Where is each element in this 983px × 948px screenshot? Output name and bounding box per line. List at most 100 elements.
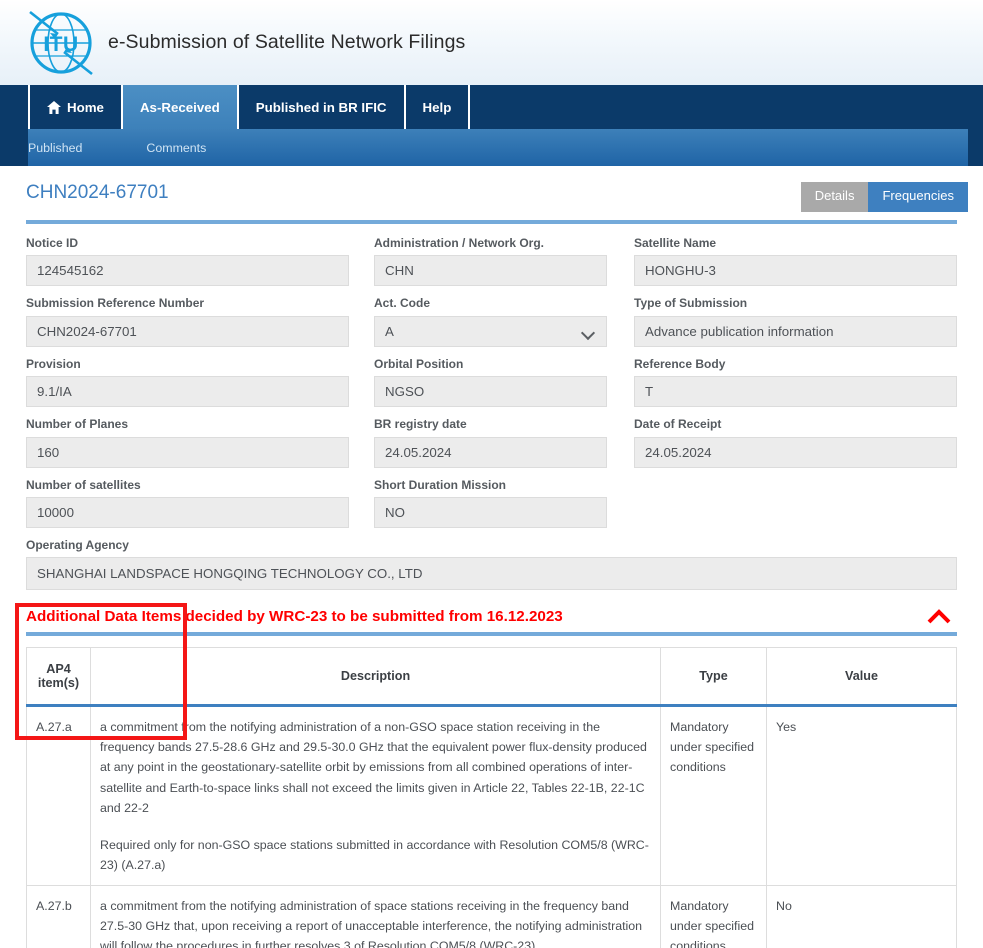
field-date-of-receipt-label: Date of Receipt — [634, 417, 722, 432]
sub-navigation: Published Comments — [0, 129, 968, 166]
cell-ap4-item: A.27.b — [26, 884, 91, 948]
field-satellite-name-value[interactable]: HONGHU-3 — [634, 255, 957, 287]
section-divider — [26, 632, 957, 637]
nav-tab-home-label: Home — [67, 99, 104, 115]
details-button[interactable]: Details — [800, 182, 869, 212]
form-column-1: Notice ID 124545162 Submission Reference… — [26, 236, 349, 538]
field-short-duration-mission-value[interactable]: NO — [374, 496, 607, 528]
field-orbital-position: Orbital Position NGSO — [374, 356, 607, 408]
field-reference-body-value[interactable]: T — [634, 376, 957, 408]
field-provision-label: Provision — [26, 356, 81, 371]
field-date-of-receipt-value[interactable]: 24.05.2024 — [634, 436, 957, 468]
table-row: A.27.a a commitment from the notifying a… — [26, 705, 957, 886]
field-operating-agency-label: Operating Agency — [26, 537, 129, 552]
field-act-code-label: Act. Code — [374, 296, 431, 311]
nav-tab-published-in-br-ific-label: Published in BR IFIC — [255, 99, 387, 115]
field-br-registry-date-value[interactable]: 24.05.2024 — [374, 436, 607, 468]
home-icon — [47, 100, 61, 114]
cell-description: a commitment from the notifying administ… — [90, 705, 661, 886]
subnav-filler — [968, 129, 983, 166]
field-act-code-select[interactable]: A — [374, 315, 607, 347]
field-number-of-planes-label: Number of Planes — [26, 417, 129, 432]
field-orbital-position-label: Orbital Position — [374, 356, 464, 371]
nav-tab-published-in-br-ific[interactable]: Published in BR IFIC — [239, 85, 406, 129]
field-short-duration-mission-label: Short Duration Mission — [374, 477, 506, 492]
subnav-item-comments[interactable]: Comments — [146, 141, 206, 155]
page-title-row: CHN2024-67701 Details Frequencies — [15, 166, 968, 212]
table-header-row: AP4 item(s) Description Type Value — [26, 647, 957, 708]
column-header-value: Value — [766, 647, 957, 708]
nav-tab-as-received[interactable]: As-Received — [122, 85, 239, 129]
field-number-of-planes: Number of Planes 160 — [26, 417, 349, 468]
field-administration-network-org: Administration / Network Org. CHN — [374, 235, 607, 287]
field-administration-network-org-value[interactable]: CHN — [374, 255, 607, 287]
cell-description: a commitment from the notifying administ… — [90, 884, 661, 948]
cell-value: Yes — [766, 705, 957, 886]
sub-navigation-row: Published Comments — [0, 129, 983, 166]
field-operating-agency-value[interactable]: SHANGHAI LANDSPACE HONGQING TECHNOLOGY C… — [26, 557, 957, 591]
brand-header: ITU e-Submission of Satellite Network Fi… — [0, 0, 983, 85]
column-header-ap4-items: AP4 item(s) — [26, 647, 91, 708]
nav-tab-as-received-label: As-Received — [139, 99, 220, 115]
form-column-3: Satellite Name HONGHU-3 Type of Submissi… — [634, 236, 957, 538]
field-type-of-submission: Type of Submission Advance publication i… — [634, 296, 957, 347]
field-reference-body: Reference Body T — [634, 356, 957, 408]
page-body: CHN2024-67701 Details Frequencies Notice… — [0, 166, 983, 948]
nav-tab-help-label: Help — [422, 99, 452, 115]
nav-tab-help[interactable]: Help — [406, 85, 471, 129]
field-orbital-position-value[interactable]: NGSO — [374, 376, 607, 408]
field-number-of-satellites-value[interactable]: 10000 — [26, 496, 349, 528]
column-header-ap4-items-line1: AP4 — [46, 662, 71, 677]
cell-ap4-item: A.27.a — [26, 705, 91, 886]
field-satellite-name: Satellite Name HONGHU-3 — [634, 235, 957, 287]
field-provision-value[interactable]: 9.1/IA — [26, 376, 349, 408]
field-operating-agency: Operating Agency SHANGHAI LANDSPACE HONG… — [15, 537, 968, 591]
form-column-2: Administration / Network Org. CHN Act. C… — [349, 236, 634, 538]
field-number-of-satellites-label: Number of satellites — [26, 477, 141, 492]
cell-type: Mandatory under specified conditions — [660, 705, 767, 886]
svg-text:ITU: ITU — [43, 33, 78, 56]
field-notice-id-value[interactable]: 124545162 — [26, 255, 349, 287]
form-column-3-spacer — [634, 478, 957, 528]
page-title: CHN2024-67701 — [26, 182, 169, 203]
field-satellite-name-label: Satellite Name — [634, 235, 717, 250]
field-notice-id: Notice ID 124545162 — [26, 235, 349, 287]
field-type-of-submission-value[interactable]: Advance publication information — [634, 315, 957, 347]
field-submission-reference-number-value[interactable]: CHN2024-67701 — [26, 315, 349, 347]
main-navigation: Home As-Received Published in BR IFIC He… — [0, 85, 983, 129]
description-paragraph: a commitment from the notifying administ… — [100, 720, 647, 815]
field-number-of-planes-value[interactable]: 160 — [26, 436, 349, 468]
additional-data-section-title: Additional Data Items decided by WRC-23 … — [26, 608, 563, 626]
field-number-of-satellites: Number of satellites 10000 — [26, 478, 349, 528]
cell-value: No — [766, 884, 957, 948]
field-administration-network-org-label: Administration / Network Org. — [374, 235, 545, 250]
notice-form: Notice ID 124545162 Submission Reference… — [15, 236, 968, 538]
field-br-registry-date-label: BR registry date — [374, 417, 467, 432]
cell-type: Mandatory under specified conditions — [660, 884, 767, 948]
field-short-duration-mission: Short Duration Mission NO — [374, 478, 607, 528]
field-notice-id-label: Notice ID — [26, 235, 79, 250]
column-header-ap4-items-line2: item(s) — [37, 676, 80, 691]
field-type-of-submission-label: Type of Submission — [634, 296, 748, 311]
column-header-description: Description — [90, 647, 661, 708]
itu-globe-logo-icon[interactable]: ITU — [22, 7, 100, 79]
view-toggle-group: Details Frequencies — [800, 182, 968, 212]
field-reference-body-label: Reference Body — [634, 356, 726, 371]
description-paragraph: a commitment from the notifying administ… — [100, 898, 643, 948]
field-br-registry-date: BR registry date 24.05.2024 — [374, 417, 607, 468]
field-submission-reference-number: Submission Reference Number CHN2024-6770… — [26, 296, 349, 347]
additional-data-table: AP4 item(s) Description Type Value A.27.… — [26, 647, 957, 948]
field-date-of-receipt: Date of Receipt 24.05.2024 — [634, 417, 957, 468]
table-row: A.27.b a commitment from the notifying a… — [26, 884, 957, 948]
subnav-item-published[interactable]: Published — [28, 141, 82, 155]
additional-data-section-header[interactable]: Additional Data Items decided by WRC-23 … — [26, 608, 957, 625]
field-provision: Provision 9.1/IA — [26, 356, 349, 408]
title-divider — [26, 219, 957, 224]
app-title: e-Submission of Satellite Network Filing… — [108, 31, 466, 53]
field-act-code: Act. Code A — [374, 296, 607, 347]
field-submission-reference-number-label: Submission Reference Number — [26, 296, 205, 311]
column-header-type: Type — [660, 647, 767, 708]
description-paragraph: Required only for non-GSO space stations… — [100, 837, 649, 872]
frequencies-button[interactable]: Frequencies — [868, 182, 968, 212]
nav-tab-home[interactable]: Home — [28, 85, 123, 129]
